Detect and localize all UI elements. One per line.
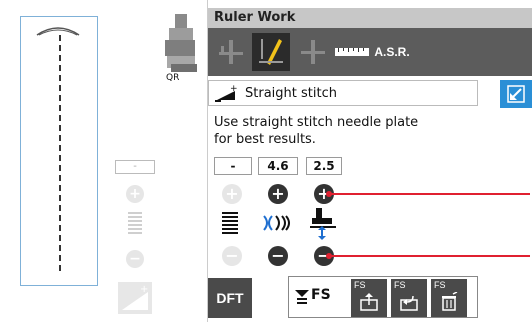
svg-text:+: + [230,85,238,94]
pivot-icon [301,40,325,64]
ruler-needle-icon [259,39,283,65]
ruler-icon [335,48,369,56]
toolbar: A.S.R. [208,28,532,76]
asr-button[interactable]: A.S.R. [372,33,412,71]
title-bar: Ruler Work [208,8,532,28]
fs-recall-button[interactable]: FS [391,279,427,317]
window-title: Ruler Work [214,10,296,25]
straight-stitch-icon: + [215,85,238,102]
info-message: Use straight stitch needle plate for bes… [214,114,494,148]
needle-stop-button[interactable] [212,33,250,71]
message-line-1: Use straight stitch needle plate [214,115,419,130]
ghost-lines-icon [128,212,142,234]
fs-delete-label: FS [434,280,446,290]
pivot-button[interactable] [294,33,332,71]
fs-main-label: FS [311,287,331,303]
fs-list-icon [295,289,309,305]
default-button[interactable]: DFT [208,278,252,318]
left-panel: QR - + − + [0,0,208,322]
needle-stop-icon [219,40,243,64]
value-field-1: - [214,157,252,175]
fs-save-button[interactable]: FS [351,279,387,317]
needle-position-icon [36,27,80,36]
arrow-diagonal-icon [507,85,525,103]
right-panel: Ruler Work A.S.R. + Straight stitch Use … [208,0,532,322]
ghost-plus-icon: + [126,185,144,203]
pointer-line-bottom [330,255,530,257]
stitch-name-field: + Straight stitch [208,80,478,106]
presser-foot-height-icon [310,208,336,240]
svg-text:+: + [140,284,148,295]
stitch-width-value: 4.6 [258,157,298,175]
pointer-line-top [330,193,530,195]
pointer-dot-bottom [326,253,332,259]
trash-icon [442,292,458,311]
foot-code-label: QR [166,73,180,83]
fs-recall-icon [400,295,418,311]
ghost-value-field: - [115,160,155,174]
stitch-length-value: 2.5 [306,157,342,175]
tension-lines-icon [222,212,238,234]
pointer-dot-top [326,191,332,197]
stitch-name: Straight stitch [245,86,337,101]
width-plus-button[interactable]: + [268,184,288,204]
stitch-line [59,35,61,271]
fs-delete-button[interactable]: FS [431,279,467,317]
stitch-preview [20,16,98,286]
fs-recall-label: FS [394,280,406,290]
fs-save-icon [360,293,378,311]
width-minus-button[interactable]: − [268,246,288,266]
fs-save-label: FS [354,280,366,290]
stitch-width-icon [263,215,290,231]
ghost-minus-icon: − [126,250,144,268]
stitch-name-row: + Straight stitch [208,80,532,108]
ruler-mode-button[interactable] [252,33,290,71]
favorite-stitch-bar: FS FS FS FS [288,276,478,318]
asr-label: A.S.R. [374,45,410,59]
stitch-select-button[interactable] [500,80,532,108]
minus-button-disabled: − [222,246,242,266]
message-line-2: for best results. [214,132,316,147]
ruler-button[interactable] [334,33,370,71]
plus-button-disabled: + [222,184,242,204]
ghost-stitch-icon: + [118,282,152,314]
